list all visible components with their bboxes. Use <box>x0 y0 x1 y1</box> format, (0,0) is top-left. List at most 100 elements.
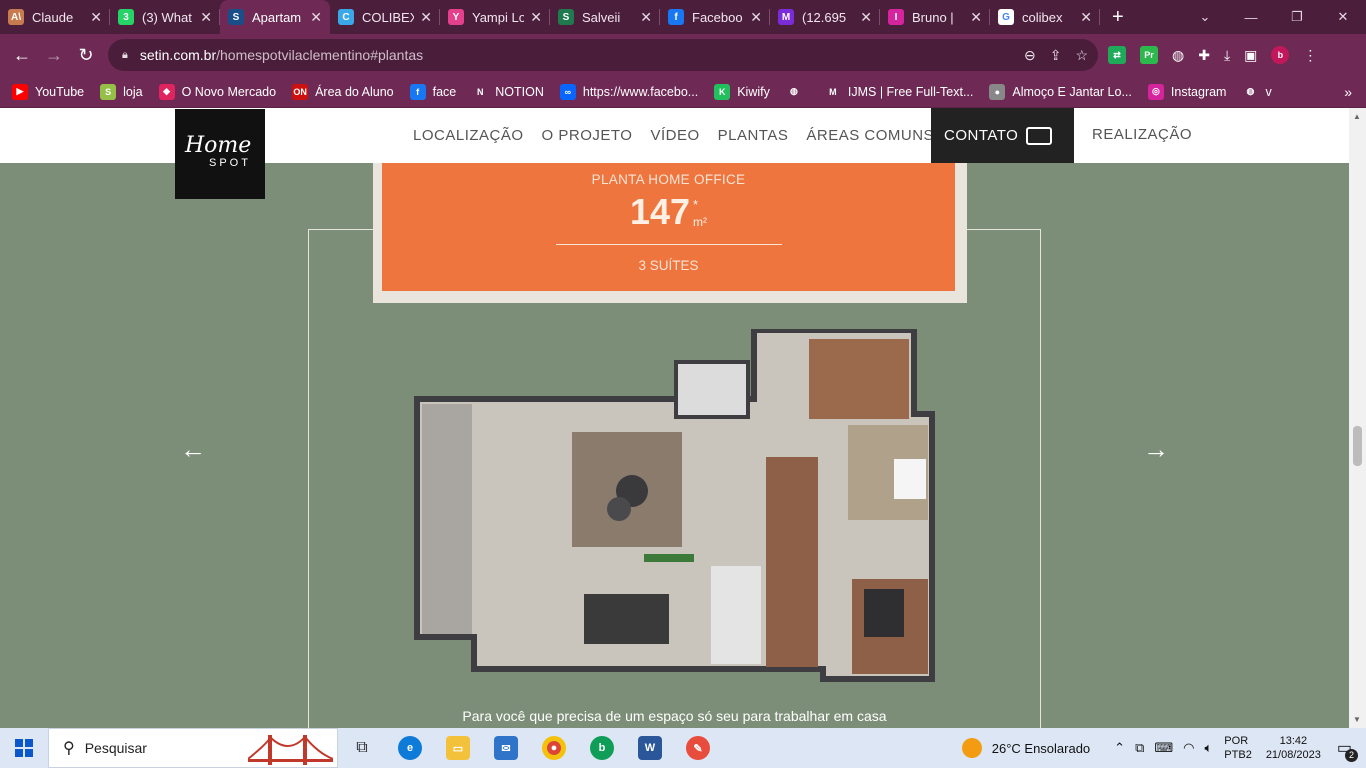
bookmark-item[interactable]: ● Almoço E Jantar Lo... <box>989 83 1132 100</box>
restore-button[interactable]: ❐ <box>1274 9 1320 25</box>
start-button[interactable] <box>0 728 48 768</box>
browser-tab[interactable]: M (12.695 ✕ <box>770 0 880 34</box>
windows-taskbar: ⚲ Pesquisar ⧉ e ▭ ✉ ● b W ✎ 26°C Ensolar… <box>0 728 1366 768</box>
bookmarks-overflow-icon[interactable]: » <box>1344 76 1352 108</box>
language-indicator[interactable]: POR PTB2 <box>1224 734 1252 762</box>
menu-item-areas-comuns[interactable]: ÁREAS COMUNS <box>806 127 934 144</box>
homespot-logo[interactable]: Home SPOT <box>175 109 265 199</box>
tab-close-icon[interactable]: ✕ <box>750 9 762 26</box>
word-icon[interactable]: W <box>626 728 674 768</box>
browser-tab[interactable]: 3 (3) What ✕ <box>110 0 220 34</box>
extension-a-icon[interactable]: ⇄ <box>1108 46 1126 64</box>
tab-close-icon[interactable]: ✕ <box>970 9 982 26</box>
mail-icon[interactable]: ✉ <box>482 728 530 768</box>
weather-text[interactable]: 26°C Ensolarado <box>992 741 1090 756</box>
close-window-button[interactable]: ✕ <box>1320 9 1366 25</box>
bookmark-item[interactable]: Sloja <box>100 83 143 100</box>
bookmark-item[interactable]: ▶ YouTube <box>12 83 84 100</box>
meet-icon[interactable]: ⧉ <box>1135 740 1144 756</box>
menu-item-realizacao[interactable]: REALIZAÇÃO <box>1092 126 1192 143</box>
page-scrollbar[interactable]: ▲ ▼ <box>1349 108 1366 728</box>
extension-pr-icon[interactable]: Pr <box>1140 46 1158 64</box>
forward-button[interactable]: → <box>38 45 70 66</box>
profile-avatar[interactable]: b <box>1271 46 1290 64</box>
bookmark-label: v <box>1265 84 1272 99</box>
browser-tab[interactable]: Gcolibex ✕ <box>990 0 1100 34</box>
puzzle-icon[interactable]: ✚ <box>1198 47 1210 64</box>
search-placeholder: Pesquisar <box>84 740 147 756</box>
browser-tab[interactable]: I Bruno | ✕ <box>880 0 990 34</box>
tab-title: Yampi Lo <box>472 9 525 25</box>
tab-close-icon[interactable]: ✕ <box>310 9 322 26</box>
browser-tab[interactable]: A\ Claude ✕ <box>0 0 110 34</box>
file-explorer-icon[interactable]: ▭ <box>434 728 482 768</box>
browser-tab[interactable]: f Faceboo ✕ <box>660 0 770 34</box>
menu-item-localizacao[interactable]: LOCALIZAÇÃO <box>413 127 524 144</box>
bookmark-favicon-icon: ON <box>292 83 309 100</box>
browser-tab[interactable]: S Salveii ✕ <box>550 0 660 34</box>
chrome-icon[interactable]: ● <box>530 728 578 768</box>
bookmark-item[interactable]: N NOTION <box>472 84 544 100</box>
scroll-down-icon[interactable]: ▼ <box>1353 715 1361 724</box>
prev-slide-arrow[interactable]: ← <box>180 434 206 465</box>
paint-icon[interactable]: ✎ <box>674 728 722 768</box>
share-icon[interactable]: ⇪ <box>1050 47 1062 64</box>
bookmark-item[interactable]: ∞ https://www.facebo... <box>559 83 698 100</box>
minimize-button[interactable]: — <box>1228 10 1274 25</box>
tab-favicon-icon: G <box>998 9 1014 25</box>
sidebar-icon[interactable]: ▣ <box>1244 47 1257 64</box>
contact-button[interactable]: CONTATO <box>931 108 1074 163</box>
reload-button[interactable]: ↻ <box>70 45 102 66</box>
chrome-profile-icon[interactable]: b <box>578 728 626 768</box>
menu-item-plantas[interactable]: PLANTAS <box>718 127 789 144</box>
download-icon[interactable]: ⤓ <box>1224 47 1230 64</box>
weather-sun-icon[interactable] <box>961 738 982 758</box>
tab-close-icon[interactable]: ✕ <box>860 9 872 26</box>
bookmark-item[interactable]: K Kiwify <box>714 83 770 100</box>
menu-item-o-projeto[interactable]: O PROJETO <box>542 127 633 144</box>
logo-text-home: Home <box>185 133 252 158</box>
bookmark-favicon-icon: f <box>409 83 426 100</box>
tab-close-icon[interactable]: ✕ <box>530 9 542 26</box>
back-button[interactable]: ← <box>6 45 38 66</box>
tray-chevron-icon[interactable]: ⌃ <box>1114 740 1125 756</box>
tab-close-icon[interactable]: ✕ <box>1080 9 1092 26</box>
window-controls: ⌄ — ❐ ✕ <box>1182 0 1366 34</box>
ime-icon[interactable]: ⌨ <box>1154 740 1173 756</box>
volume-icon[interactable]: 🔈︎ <box>1204 740 1212 756</box>
menu-icon[interactable]: ⋮ <box>1303 47 1317 64</box>
globe-icon[interactable]: ◍ <box>1172 47 1184 64</box>
tab-close-icon[interactable]: ✕ <box>90 9 102 26</box>
bookmark-item[interactable]: ◎ Instagram <box>1147 83 1226 100</box>
next-slide-arrow[interactable]: → <box>1143 434 1169 465</box>
scroll-up-icon[interactable]: ▲ <box>1353 112 1361 121</box>
browser-tab[interactable]: S Apartam ✕ <box>220 0 330 34</box>
menu-item-video[interactable]: VÍDEO <box>650 127 699 144</box>
zoom-icon[interactable]: ⊖ <box>1024 47 1036 64</box>
clock[interactable]: 13:42 21/08/2023 <box>1266 734 1321 762</box>
notification-icon[interactable]: ▭ 2 <box>1337 738 1358 762</box>
bookmark-item[interactable]: ◍ v <box>1242 84 1272 100</box>
tab-close-icon[interactable]: ✕ <box>420 9 432 26</box>
browser-tab[interactable]: C COLIBEX ✕ <box>330 0 440 34</box>
bookmark-item[interactable]: M IJMS | Free Full-Text... <box>825 84 973 100</box>
scrollbar-thumb[interactable] <box>1353 426 1362 466</box>
address-bar[interactable]: 🔒︎ setin.com.br/homespotvilaclementino#p… <box>108 39 1098 71</box>
bookmark-item[interactable]: ON Área do Aluno <box>292 83 394 100</box>
tab-close-icon[interactable]: ✕ <box>640 9 652 26</box>
wifi-icon[interactable]: ◠ <box>1183 740 1194 756</box>
task-view-icon[interactable]: ⧉ <box>338 728 386 768</box>
new-tab-button[interactable]: + <box>1100 0 1136 34</box>
tab-close-icon[interactable]: ✕ <box>200 9 212 26</box>
logo-text-spot: SPOT <box>209 157 251 169</box>
bookmark-item[interactable]: ◆ O Novo Mercado <box>158 83 276 100</box>
bookmark-item[interactable]: ◍ <box>786 84 809 100</box>
edge-icon[interactable]: e <box>386 728 434 768</box>
bookmark-star-icon[interactable]: ☆ <box>1075 47 1088 64</box>
tab-search-icon[interactable]: ⌄ <box>1182 9 1228 25</box>
bookmarks-bar: ▶ YouTube Sloja ◆ O Novo Mercado ON Área do Al… <box>0 76 1366 108</box>
lock-icon[interactable]: 🔒︎ <box>122 49 128 62</box>
taskbar-search-box[interactable]: ⚲ Pesquisar <box>48 728 338 768</box>
browser-tab[interactable]: Y Yampi Lo ✕ <box>440 0 550 34</box>
bookmark-item[interactable]: f face <box>409 83 456 100</box>
